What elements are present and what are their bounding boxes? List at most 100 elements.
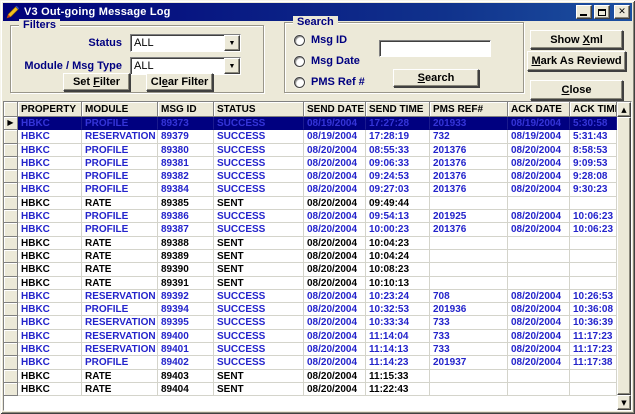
- radio-button-icon[interactable]: [294, 35, 305, 46]
- mark-as-reviewed-button[interactable]: Mark As Reviewd: [527, 51, 626, 71]
- radio-button-icon[interactable]: [294, 56, 305, 67]
- table-row[interactable]: HBKCPROFILE89380SUCCESS08/20/200408:55:3…: [4, 144, 617, 157]
- table-row[interactable]: HBKCPROFILE89402SUCCESS08/20/200411:14:2…: [4, 356, 617, 369]
- row-selector[interactable]: [4, 343, 18, 356]
- table-row[interactable]: HBKCRATE89388SENT08/20/200410:04:23: [4, 237, 617, 250]
- row-selector[interactable]: [4, 210, 18, 223]
- label: S: [418, 72, 425, 84]
- module-dropdown-button[interactable]: ▼: [224, 58, 240, 74]
- cell-send-date: 08/19/2004: [304, 130, 366, 143]
- cell-msg-id: 89381: [158, 157, 214, 170]
- table-row[interactable]: HBKCRESERVATION89379SUCCESS08/19/200417:…: [4, 130, 617, 143]
- header-msg-id[interactable]: MSG ID: [158, 102, 214, 117]
- header-pms-ref[interactable]: PMS REF#: [430, 102, 508, 117]
- row-selector[interactable]: [4, 356, 18, 369]
- cell-ack-time: 11:17:23: [570, 330, 617, 343]
- cell-status: SUCCESS: [214, 316, 304, 329]
- table-row[interactable]: HBKCRATE89403SENT08/20/200411:15:33: [4, 370, 617, 383]
- table-row[interactable]: HBKCRESERVATION89401SUCCESS08/20/200411:…: [4, 343, 617, 356]
- cell-msg-id: 89402: [158, 356, 214, 369]
- label: Show: [550, 34, 582, 46]
- header-module[interactable]: MODULE: [82, 102, 158, 117]
- close-window-button[interactable]: ✕: [614, 5, 630, 19]
- row-selector[interactable]: [4, 237, 18, 250]
- row-selector[interactable]: [4, 183, 18, 196]
- cell-ack-time: [570, 250, 617, 263]
- table-row[interactable]: HBKCRESERVATION89400SUCCESS08/20/200411:…: [4, 330, 617, 343]
- vertical-scrollbar[interactable]: ▲ ▼: [617, 102, 631, 410]
- row-selector[interactable]: [4, 144, 18, 157]
- table-row[interactable]: HBKCRATE89391SENT08/20/200410:10:13: [4, 277, 617, 290]
- row-selector[interactable]: [4, 383, 18, 396]
- header-send-date[interactable]: SEND DATE: [304, 102, 366, 117]
- table-row[interactable]: HBKCRATE89389SENT08/20/200410:04:24: [4, 250, 617, 263]
- table-row[interactable]: HBKCRATE89390SENT08/20/200410:08:23: [4, 263, 617, 276]
- radio-pms-ref[interactable]: PMS Ref #: [294, 76, 365, 88]
- cell-msg-id: 89395: [158, 316, 214, 329]
- table-row[interactable]: HBKCRATE89404SENT08/20/200411:22:43: [4, 383, 617, 396]
- header-send-time[interactable]: SEND TIME: [366, 102, 430, 117]
- clear-filter-button[interactable]: Clear Filter: [146, 73, 213, 91]
- search-input[interactable]: [379, 40, 491, 57]
- radio-msg-date[interactable]: Msg Date: [294, 55, 360, 67]
- row-selector[interactable]: [4, 157, 18, 170]
- chevron-down-icon: ▼: [229, 63, 236, 70]
- header-property[interactable]: PROPERTY: [18, 102, 82, 117]
- row-selector[interactable]: [4, 170, 18, 183]
- row-selector[interactable]: [4, 197, 18, 210]
- row-selector[interactable]: [4, 303, 18, 316]
- search-button[interactable]: Search: [393, 69, 479, 87]
- cell-pms-ref: [430, 370, 508, 383]
- cell-pms-ref: 201933: [430, 117, 508, 130]
- minimize-button[interactable]: [576, 5, 592, 19]
- table-row[interactable]: HBKCPROFILE89394SUCCESS08/20/200410:32:5…: [4, 303, 617, 316]
- row-selector[interactable]: [4, 277, 18, 290]
- row-selector[interactable]: [4, 223, 18, 236]
- header-status[interactable]: STATUS: [214, 102, 304, 117]
- set-filter-button[interactable]: Set Filter: [63, 73, 130, 91]
- table-row[interactable]: HBKCRATE89385SENT08/20/200409:49:44: [4, 197, 617, 210]
- header-ack-date[interactable]: ACK DATE: [508, 102, 570, 117]
- row-selector[interactable]: ▶: [4, 117, 18, 130]
- cell-status: SUCCESS: [214, 144, 304, 157]
- cell-ack-date: 08/20/2004: [508, 170, 570, 183]
- row-selector[interactable]: [4, 250, 18, 263]
- cell-pms-ref: 708: [430, 290, 508, 303]
- row-selector[interactable]: [4, 290, 18, 303]
- cell-send-time: 09:54:13: [366, 210, 430, 223]
- table-row[interactable]: HBKCPROFILE89387SUCCESS08/20/200410:00:2…: [4, 223, 617, 236]
- status-select[interactable]: ALL ▼: [130, 34, 241, 52]
- row-selector[interactable]: [4, 130, 18, 143]
- table-row[interactable]: HBKCPROFILE89386SUCCESS08/20/200409:54:1…: [4, 210, 617, 223]
- radio-msg-id[interactable]: Msg ID: [294, 34, 347, 46]
- maximize-button[interactable]: [594, 5, 610, 19]
- table-row[interactable]: HBKCRESERVATION89395SUCCESS08/20/200410:…: [4, 316, 617, 329]
- cell-pms-ref: 201925: [430, 210, 508, 223]
- row-selector[interactable]: [4, 263, 18, 276]
- cell-send-date: 08/20/2004: [304, 157, 366, 170]
- cell-module: RESERVATION: [82, 130, 158, 143]
- header-ack-time[interactable]: ACK TIME: [570, 102, 617, 117]
- table-row[interactable]: ▶HBKCPROFILE89373SUCCESS08/19/200417:27:…: [4, 117, 617, 130]
- table-row[interactable]: HBKCPROFILE89381SUCCESS08/20/200409:06:3…: [4, 157, 617, 170]
- cell-send-time: 10:33:34: [366, 316, 430, 329]
- scrollbar-thumb[interactable]: [617, 117, 631, 395]
- cell-module: RATE: [82, 383, 158, 396]
- radio-button-icon[interactable]: [294, 77, 305, 88]
- table-row[interactable]: HBKCPROFILE89382SUCCESS08/20/200409:24:5…: [4, 170, 617, 183]
- scroll-down-button[interactable]: ▼: [617, 395, 631, 410]
- cell-send-time: 10:32:53: [366, 303, 430, 316]
- scroll-up-button[interactable]: ▲: [617, 102, 631, 117]
- row-selector[interactable]: [4, 330, 18, 343]
- cell-module: RATE: [82, 250, 158, 263]
- show-xml-button[interactable]: Show Xml: [530, 30, 623, 49]
- close-dialog-button[interactable]: Close: [530, 80, 623, 100]
- cell-msg-id: 89390: [158, 263, 214, 276]
- row-selector[interactable]: [4, 316, 18, 329]
- cell-property: HBKC: [18, 383, 82, 396]
- row-selector[interactable]: [4, 370, 18, 383]
- table-row[interactable]: HBKCRESERVATION89392SUCCESS08/20/200410:…: [4, 290, 617, 303]
- status-dropdown-button[interactable]: ▼: [224, 35, 240, 51]
- table-row[interactable]: HBKCPROFILE89384SUCCESS08/20/200409:27:0…: [4, 183, 617, 196]
- message-table: PROPERTY MODULE MSG ID STATUS SEND DATE …: [3, 101, 632, 411]
